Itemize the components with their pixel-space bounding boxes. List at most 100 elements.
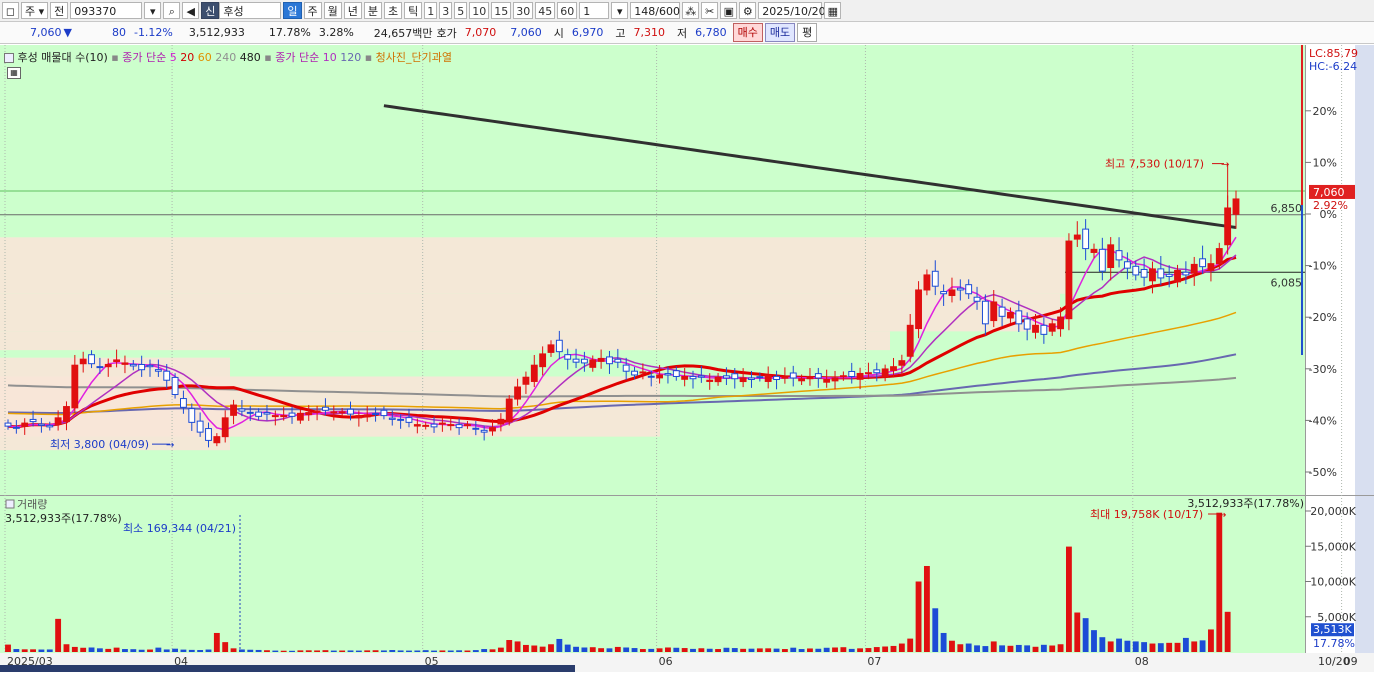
chart-type-icon[interactable]: ⁂ <box>682 2 700 19</box>
interval-button[interactable]: 15 <box>491 2 512 19</box>
interval-button[interactable]: 5 <box>454 2 468 19</box>
dropdown-arrow-icon[interactable]: ▾ <box>144 2 162 19</box>
candle-body <box>46 424 54 428</box>
volume-bar <box>1174 642 1181 652</box>
period-minute-button[interactable]: 분 <box>363 2 383 19</box>
toolbar: ◻ 주 ▾ 전 093370 ▾ ⌕ ◀ 신 후성 일 주 월 년 분 초 틱 … <box>0 0 1374 22</box>
volume-bar <box>439 650 446 652</box>
period-month-button[interactable]: 월 <box>323 2 342 19</box>
speaker-icon[interactable]: ◀ <box>182 2 200 19</box>
count-field[interactable]: 148/600 <box>630 2 681 19</box>
market-select[interactable]: 주 ▾ <box>21 2 49 19</box>
volume-bar <box>464 650 471 652</box>
new-badge: 신 <box>201 2 220 19</box>
table-icon[interactable]: ▦ <box>7 67 21 79</box>
turnover-pct: 17.78% <box>268 26 311 39</box>
period-tick-button[interactable]: 틱 <box>404 2 423 19</box>
interval-button[interactable]: 30 <box>513 2 534 19</box>
legend-ma-label[interactable]: 종가 단순 <box>122 51 166 64</box>
interval-dropdown-icon[interactable]: ▾ <box>611 2 629 19</box>
candle-body <box>1132 265 1140 276</box>
interval-input[interactable]: 1 <box>579 2 610 19</box>
stock-code-input[interactable]: 093370 <box>70 2 143 19</box>
eval-button[interactable]: 평 <box>797 23 818 42</box>
tools-icon[interactable]: ✂ <box>701 2 719 19</box>
volume-bar <box>264 650 270 652</box>
candle-body <box>697 375 705 378</box>
interval-button[interactable]: 1 <box>424 2 438 19</box>
volume-bar <box>982 646 989 652</box>
volume-bar <box>55 618 62 652</box>
date-input[interactable]: 2025/10/20 <box>758 2 826 19</box>
candle-body <box>555 339 563 353</box>
candle-body <box>1215 248 1223 265</box>
period-week-button[interactable]: 주 <box>303 2 322 19</box>
candle-body <box>363 414 371 418</box>
bid-ask-label: 호가 <box>436 26 457 40</box>
current-price-tag-label: 7,060 <box>1313 186 1345 199</box>
candle-body <box>956 287 964 291</box>
y-tick-label: 10% <box>1313 156 1337 169</box>
interval-button[interactable]: 3 <box>439 2 453 19</box>
axis-scrollbar[interactable] <box>1355 45 1374 653</box>
bid-price: 7,060 <box>510 26 542 39</box>
current-pct-label: 2.92% <box>1313 199 1348 212</box>
candle-body <box>438 422 446 425</box>
volume-bar <box>355 650 362 652</box>
volume-bar <box>589 647 596 652</box>
volume-bar <box>548 644 554 652</box>
candle-body <box>464 424 471 427</box>
candle-body <box>1032 324 1039 333</box>
volume-profile-band <box>0 237 1065 294</box>
lc-label: LC:85.79 <box>1309 47 1358 60</box>
volume-bar <box>280 650 287 652</box>
other-pct: 3.28% <box>318 26 354 39</box>
legend-overbought[interactable]: 청사진_단기과열 <box>376 51 452 64</box>
search-icon[interactable]: ⌕ <box>163 2 181 19</box>
legend-ma60: 60 <box>197 51 212 64</box>
candle-body <box>631 370 638 376</box>
chart-svg[interactable]: 20%10%0%-10%-20%-30%-40%-50%20,000K15,00… <box>0 45 1374 672</box>
collapse-icon[interactable] <box>4 53 14 63</box>
y-tick-label: -50% <box>1309 466 1337 479</box>
period-day-button[interactable]: 일 <box>283 2 302 19</box>
interval-button[interactable]: 10 <box>469 2 490 19</box>
prev-button[interactable]: 전 <box>50 2 69 19</box>
candle-body <box>781 376 789 379</box>
sell-button[interactable]: 매도 <box>764 23 796 42</box>
candle-body <box>472 427 480 430</box>
candle-body <box>255 411 263 417</box>
horizontal-scrollbar-thumb[interactable] <box>0 665 575 672</box>
volume-bar <box>598 648 605 652</box>
month-label: 06 <box>659 655 673 668</box>
legend-name[interactable]: 후성 매물대 수(10) <box>18 51 108 64</box>
volume-bar <box>314 650 321 652</box>
period-second-button[interactable]: 초 <box>384 2 403 19</box>
interval-button[interactable]: 45 <box>535 2 556 19</box>
volume-bar <box>1024 645 1031 652</box>
candle-body <box>1082 228 1090 250</box>
save-icon[interactable]: ▣ <box>720 2 738 19</box>
volume-bar <box>1124 640 1131 652</box>
candle-body <box>773 375 780 380</box>
candle-body <box>1023 318 1031 330</box>
candle-body <box>656 374 664 379</box>
candle-body <box>497 418 505 425</box>
legend-ma240: 240 <box>215 51 237 64</box>
candle-body <box>88 354 95 365</box>
candle-body <box>865 372 872 375</box>
window-icon[interactable]: ◻ <box>2 2 19 19</box>
interval-button[interactable]: 60 <box>557 2 578 19</box>
legend-ma20: 20 <box>180 51 195 64</box>
period-year-button[interactable]: 년 <box>343 2 362 19</box>
legend-ma2-label[interactable]: 종가 단순 <box>275 51 319 64</box>
volume-bar <box>497 647 504 652</box>
candle-body <box>580 358 588 364</box>
gear-icon[interactable]: ⚙ <box>739 2 757 19</box>
chart-legend: 후성 매물대 수(10) ▪ 종가 단순 5 20 60 240 480 ▪ 종… <box>4 49 452 65</box>
volume-bar <box>1015 644 1022 652</box>
buy-button[interactable]: 매수 <box>732 23 763 42</box>
calendar-icon[interactable]: ▦ <box>824 2 842 19</box>
candle-body <box>530 364 538 382</box>
stock-name-field[interactable]: 후성 <box>219 2 282 19</box>
